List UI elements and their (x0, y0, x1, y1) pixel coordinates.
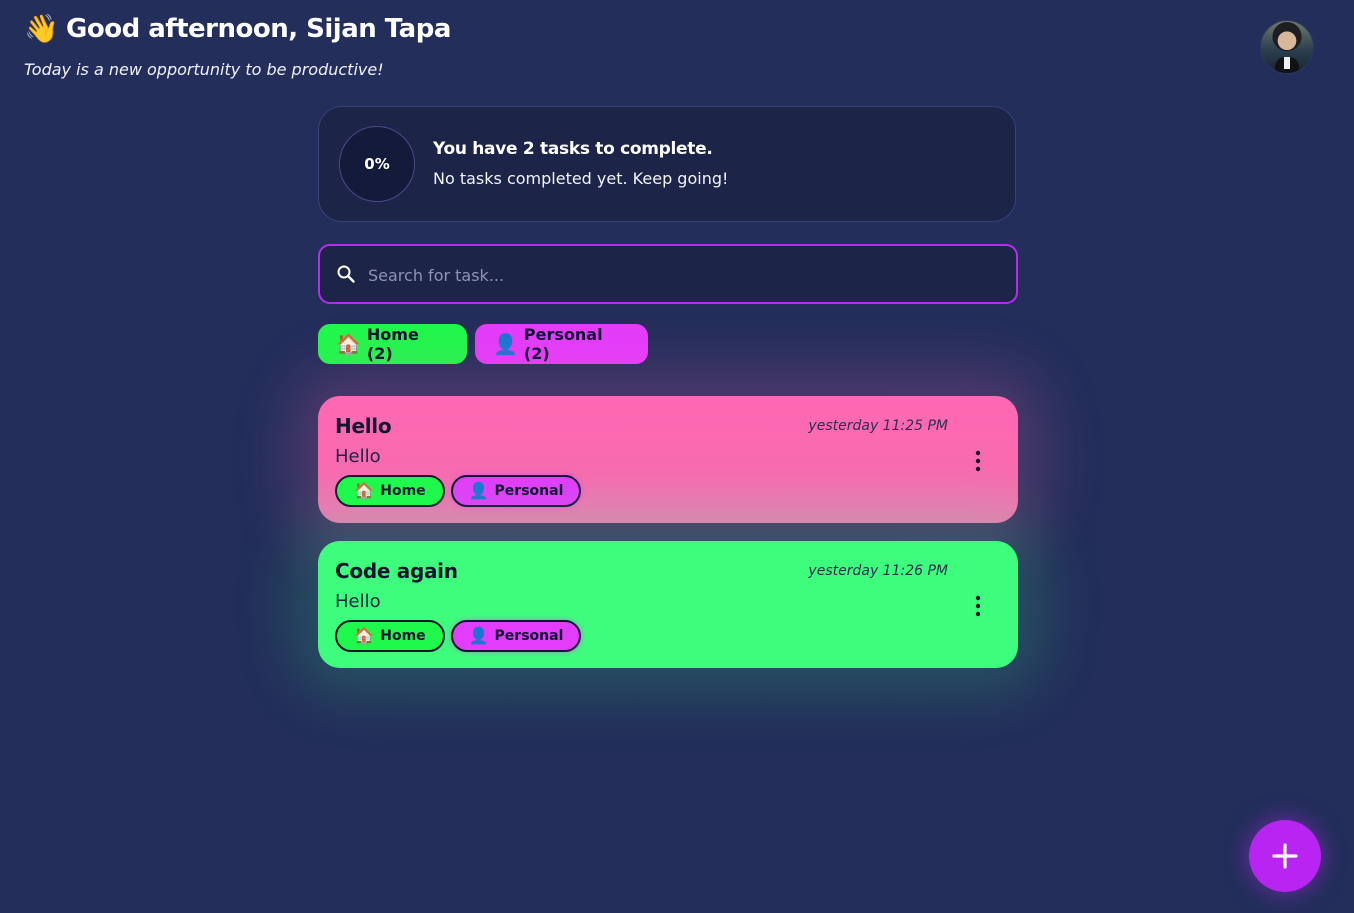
task-description: Hello (335, 591, 381, 612)
task-card[interactable]: Hello yesterday 11:25 PM Hello 🏠 Home 👤 … (318, 396, 1018, 523)
category-chip-personal[interactable]: 👤 Personal (2) (475, 324, 648, 364)
task-tag-personal: 👤 Personal (451, 620, 581, 652)
task-tag-home: 🏠 Home (335, 475, 445, 507)
person-icon: 👤 (468, 626, 489, 645)
search-box (318, 244, 1018, 304)
wave-icon: 👋 (24, 12, 59, 45)
task-description: Hello (335, 446, 381, 467)
greeting: 👋 Good afternoon, Sijan Tapa (24, 14, 451, 44)
kebab-menu-icon[interactable] (974, 595, 982, 617)
task-tag-personal: 👤 Personal (451, 475, 581, 507)
search-icon (337, 265, 355, 283)
task-tag-home: 🏠 Home (335, 620, 445, 652)
task-tag-label: Home (380, 628, 426, 644)
task-card[interactable]: Code again yesterday 11:26 PM Hello 🏠 Ho… (318, 541, 1018, 668)
add-task-button[interactable] (1249, 820, 1321, 892)
progress-card: 0% You have 2 tasks to complete. No task… (318, 106, 1016, 222)
avatar[interactable] (1261, 21, 1313, 73)
plus-icon (1272, 843, 1298, 869)
house-icon: 🏠 (354, 626, 375, 645)
progress-title: You have 2 tasks to complete. (433, 139, 713, 159)
progress-ring: 0% (339, 126, 415, 202)
avatar-collar (1284, 57, 1290, 69)
task-time: yesterday 11:26 PM (808, 563, 948, 579)
category-chip-label: Home (2) (366, 325, 419, 363)
house-icon: 🏠 (354, 481, 375, 500)
person-icon: 👤 (468, 481, 489, 500)
category-chip-label: Personal (2) (523, 325, 603, 363)
house-icon: 🏠 (336, 332, 361, 356)
search-input[interactable] (366, 258, 990, 292)
page-title: Good afternoon, Sijan Tapa (66, 14, 451, 44)
task-title: Code again (335, 559, 458, 583)
task-tag-label: Home (380, 483, 426, 499)
task-title: Hello (335, 414, 392, 438)
task-tag-label: Personal (494, 483, 564, 499)
progress-percent: 0% (364, 155, 390, 173)
kebab-menu-icon[interactable] (974, 450, 982, 472)
page-subtitle: Today is a new opportunity to be product… (24, 60, 384, 79)
task-tag-label: Personal (494, 628, 564, 644)
progress-subtitle: No tasks completed yet. Keep going! (433, 169, 729, 188)
person-icon: 👤 (493, 332, 518, 356)
category-chip-home[interactable]: 🏠 Home (2) (318, 324, 467, 364)
task-time: yesterday 11:25 PM (808, 418, 948, 434)
